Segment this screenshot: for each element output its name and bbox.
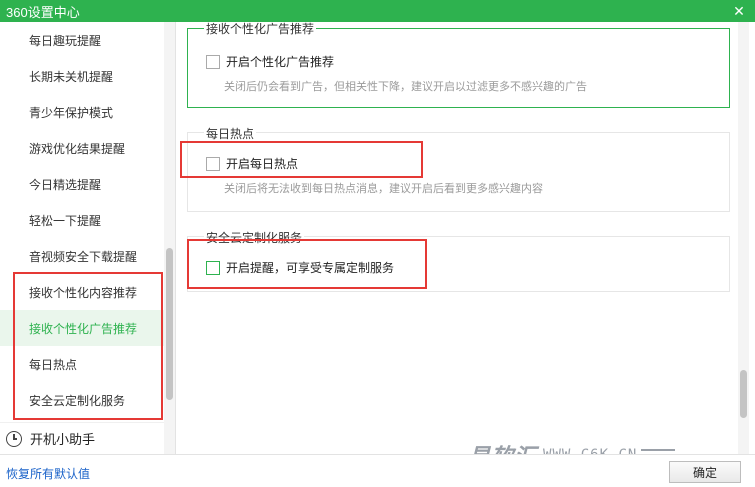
title-bar: 360设置中心 ✕ [0, 0, 755, 22]
sidebar-item-ad-recommend[interactable]: 接收个性化广告推荐 [0, 310, 164, 346]
sidebar-item-today-picks[interactable]: 今日精选提醒 [0, 166, 164, 202]
sidebar-item-label: 安全云定制化服务 [29, 393, 126, 408]
sidebar: 每日趣玩提醒 长期未关机提醒 青少年保护模式 游戏优化结果提醒 今日精选提醒 轻… [0, 22, 176, 454]
sidebar-item-label: 青少年保护模式 [29, 105, 114, 120]
daily-hot-group: 每日热点 开启每日热点 关闭后将无法收到每日热点消息，建议开启后看到更多感兴趣内… [187, 125, 730, 212]
clock-icon [6, 430, 22, 447]
ad-recommend-checkbox-row[interactable]: 开启个性化广告推荐 [206, 53, 334, 70]
ad-recommend-checkbox[interactable] [206, 54, 220, 69]
checkbox-label: 开启提醒，可享受专属定制服务 [226, 261, 395, 275]
ad-recommend-group: 接收个性化广告推荐 开启个性化广告推荐 关闭后仍会看到广告，但相关性下降，建议开… [187, 22, 730, 108]
cloud-service-checkbox-row[interactable]: 开启提醒，可享受专属定制服务 [206, 259, 394, 276]
sidebar-item-daily-fun[interactable]: 每日趣玩提醒 [0, 22, 164, 58]
sidebar-item-label: 游戏优化结果提醒 [29, 141, 126, 156]
sidebar-item-long-uptime[interactable]: 长期未关机提醒 [0, 58, 164, 94]
daily-hot-description: 关闭后将无法收到每日热点消息，建议开启后看到更多感兴趣内容 [224, 183, 543, 195]
settings-panel: 接收个性化广告推荐 开启个性化广告推荐 关闭后仍会看到广告，但相关性下降，建议开… [177, 22, 755, 454]
sidebar-item-daily-hot[interactable]: 每日热点 [0, 346, 164, 382]
sidebar-item-game-optimize[interactable]: 游戏优化结果提醒 [0, 130, 164, 166]
restore-defaults-link[interactable]: 恢复所有默认值 [6, 465, 90, 482]
cloud-service-group: 安全云定制化服务 开启提醒，可享受专属定制服务 [187, 229, 730, 292]
sidebar-item-cloud-service[interactable]: 安全云定制化服务 [0, 382, 164, 418]
sidebar-scroll-thumb[interactable] [166, 248, 173, 400]
ad-recommend-description: 关闭后仍会看到广告，但相关性下降，建议开启以过滤更多不感兴趣的广告 [224, 81, 587, 93]
footer-bar: 恢复所有默认值 确定 [0, 454, 755, 487]
sidebar-item-label: 轻松一下提醒 [29, 213, 102, 228]
checkbox-label: 开启每日热点 [226, 157, 299, 171]
sidebar-item-boot-assistant[interactable]: 开机小助手 [0, 422, 164, 454]
main-scroll-thumb[interactable] [740, 370, 747, 418]
sidebar-item-label: 每日热点 [29, 357, 78, 372]
sidebar-item-relax[interactable]: 轻松一下提醒 [0, 202, 164, 238]
sidebar-item-label: 今日精选提醒 [29, 177, 102, 192]
ok-button[interactable]: 确定 [669, 461, 741, 483]
sidebar-item-label: 接收个性化广告推荐 [29, 321, 138, 336]
sidebar-item-label: 每日趣玩提醒 [29, 33, 102, 48]
sidebar-item-label: 音视频安全下载提醒 [29, 249, 138, 264]
sidebar-item-label: 接收个性化内容推荐 [29, 285, 138, 300]
group-title: 每日热点 [204, 125, 257, 142]
sidebar-item-label: 长期未关机提醒 [29, 69, 114, 84]
window-title: 360设置中心 [6, 4, 80, 20]
sidebar-item-label: 开机小助手 [30, 432, 96, 447]
group-title: 接收个性化广告推荐 [204, 22, 317, 37]
checkbox-label: 开启个性化广告推荐 [226, 55, 335, 69]
close-icon[interactable]: ✕ [727, 0, 751, 22]
daily-hot-checkbox[interactable] [206, 156, 220, 171]
group-title: 安全云定制化服务 [204, 229, 305, 246]
sidebar-item-teen-mode[interactable]: 青少年保护模式 [0, 94, 164, 130]
sidebar-item-content-recommend[interactable]: 接收个性化内容推荐 [0, 274, 164, 310]
cloud-service-checkbox[interactable] [206, 260, 220, 275]
sidebar-item-media-download[interactable]: 音视频安全下载提醒 [0, 238, 164, 274]
daily-hot-checkbox-row[interactable]: 开启每日热点 [206, 155, 298, 172]
